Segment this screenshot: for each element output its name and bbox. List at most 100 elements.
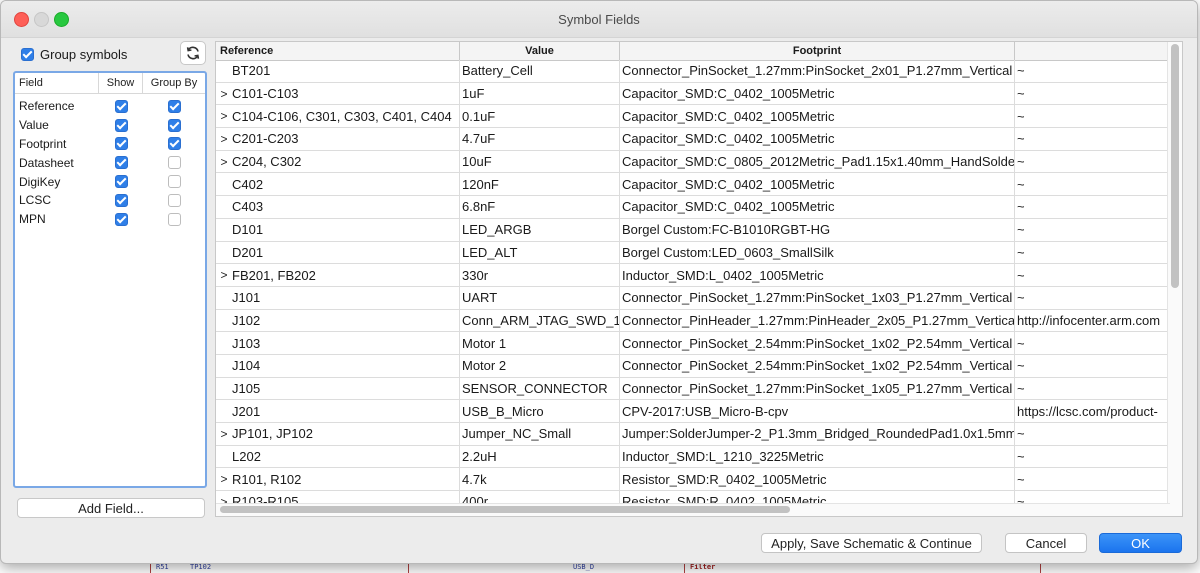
show-checkbox[interactable] <box>114 193 128 207</box>
field-column-header[interactable]: Field <box>15 73 99 93</box>
value-cell[interactable]: Motor 1 <box>460 332 620 354</box>
value-cell[interactable]: 6.8nF <box>460 196 620 218</box>
table-row[interactable]: D101 LED_ARGB Borgel Custom:FC-B1010RGBT-H… <box>216 218 1170 242</box>
datasheet-cell[interactable]: ~ <box>1015 150 1170 173</box>
table-row[interactable]: > C104-C106, C301, C303, C401, C404 0.1uF C… <box>216 105 1170 129</box>
footprint-cell[interactable]: Connector_PinHeader_1.27mm:PinHeader_2x0… <box>620 309 1015 332</box>
cancel-button[interactable]: Cancel <box>1005 533 1087 553</box>
reference-cell[interactable]: > C101-C103 <box>216 82 460 105</box>
footprint-cell[interactable]: Borgel Custom:LED_0603_SmallSilk <box>620 241 1015 264</box>
value-cell[interactable]: 330r <box>460 264 620 286</box>
table-row[interactable]: > JP101, JP102 Jumper_NC_Small Jumper:Solde… <box>216 423 1170 446</box>
apply-save-continue-button[interactable]: Apply, Save Schematic & Continue <box>761 533 982 553</box>
value-cell[interactable]: Conn_ARM_JTAG_SWD_10 <box>460 309 620 332</box>
value-cell[interactable]: 0.1uF <box>460 105 620 128</box>
table-row[interactable]: J102 Conn_ARM_JTAG_SWD_10 Connector_PinHea… <box>216 309 1170 333</box>
value-cell[interactable]: UART <box>460 286 620 309</box>
show-checkbox[interactable] <box>114 99 128 113</box>
table-row[interactable]: J105 SENSOR_CONNECTOR Connector_PinSocket_… <box>216 377 1170 401</box>
reference-cell[interactable]: J105 <box>216 377 460 400</box>
reference-cell[interactable]: > C204, C302 <box>216 150 460 173</box>
group-by-checkbox[interactable] <box>167 175 181 189</box>
footprint-cell[interactable]: Resistor_SMD:R_0402_1005Metric <box>620 468 1015 491</box>
value-cell[interactable]: 1uF <box>460 82 620 105</box>
datasheet-cell[interactable]: ~ <box>1015 445 1170 468</box>
datasheet-cell[interactable]: ~ <box>1015 354 1170 377</box>
table-row[interactable]: BT201 Battery_Cell Connector_PinSocket_1.2… <box>216 60 1170 83</box>
expand-group-icon[interactable]: > <box>216 87 232 101</box>
group-symbols-checkbox[interactable] <box>21 47 34 61</box>
reference-cell[interactable]: J101 <box>216 286 460 309</box>
field-row[interactable]: Footprint <box>15 135 205 154</box>
field-row[interactable]: Reference <box>15 97 205 116</box>
horizontal-scrollbar[interactable] <box>216 503 1170 516</box>
group-by-checkbox[interactable] <box>167 156 181 170</box>
reference-cell[interactable]: J103 <box>216 332 460 354</box>
group-symbols-toggle[interactable]: Group symbols <box>21 45 127 63</box>
reference-cell[interactable]: D101 <box>216 218 460 241</box>
group-by-checkbox[interactable] <box>167 212 181 226</box>
expand-group-icon[interactable]: > <box>216 268 232 282</box>
reference-cell[interactable]: D201 <box>216 241 460 264</box>
table-row[interactable]: J103 Motor 1 Connector_PinSocket_2.54mm:Pi… <box>216 332 1170 355</box>
footprint-cell[interactable]: Inductor_SMD:L_0402_1005Metric <box>620 264 1015 286</box>
group-by-checkbox[interactable] <box>167 99 181 113</box>
datasheet-cell[interactable]: https://lcsc.com/product- <box>1015 400 1170 422</box>
footprint-cell[interactable]: Borgel Custom:FC-B1010RGBT-HG <box>620 218 1015 241</box>
show-checkbox[interactable] <box>114 175 128 189</box>
group-by-checkbox[interactable] <box>167 137 181 151</box>
reference-column-header[interactable]: Reference <box>216 42 460 60</box>
value-cell[interactable]: USB_B_Micro <box>460 400 620 422</box>
ok-button[interactable]: OK <box>1099 533 1182 553</box>
datasheet-cell[interactable]: ~ <box>1015 60 1170 82</box>
show-checkbox[interactable] <box>114 212 128 226</box>
footprint-cell[interactable]: Connector_PinSocket_1.27mm:PinSocket_1x0… <box>620 286 1015 309</box>
footprint-cell[interactable]: Capacitor_SMD:C_0805_2012Metric_Pad1.15x… <box>620 150 1015 173</box>
datasheet-cell[interactable]: ~ <box>1015 105 1170 128</box>
footprint-column-header[interactable]: Footprint <box>620 42 1015 60</box>
reference-cell[interactable]: L202 <box>216 445 460 468</box>
field-row[interactable]: LCSC <box>15 191 205 210</box>
table-row[interactable]: J104 Motor 2 Connector_PinSocket_2.54mm:Pi… <box>216 354 1170 378</box>
footprint-cell[interactable]: Connector_PinSocket_1.27mm:PinSocket_2x0… <box>620 60 1015 82</box>
datasheet-cell[interactable]: ~ <box>1015 264 1170 286</box>
table-row[interactable]: > R101, R102 4.7k Resistor_SMD:R_0402_1005M… <box>216 468 1170 492</box>
datasheet-cell[interactable]: http://infocenter.arm.com <box>1015 309 1170 332</box>
group-by-checkbox[interactable] <box>167 193 181 207</box>
table-row[interactable]: J101 UART Connector_PinSocket_1.27mm:PinSo… <box>216 286 1170 310</box>
datasheet-cell[interactable]: ~ <box>1015 286 1170 309</box>
table-row[interactable]: C402 120nF Capacitor_SMD:C_0402_1005Metric… <box>216 173 1170 197</box>
value-cell[interactable]: LED_ALT <box>460 241 620 264</box>
datasheet-cell[interactable]: ~ <box>1015 423 1170 445</box>
table-row[interactable]: D201 LED_ALT Borgel Custom:LED_0603_SmallS… <box>216 241 1170 265</box>
datasheet-column-header[interactable] <box>1015 42 1170 60</box>
footprint-cell[interactable]: CPV-2017:USB_Micro-B-cpv <box>620 400 1015 422</box>
datasheet-cell[interactable]: ~ <box>1015 128 1170 150</box>
reference-cell[interactable]: J201 <box>216 400 460 422</box>
show-checkbox[interactable] <box>114 137 128 151</box>
datasheet-cell[interactable]: ~ <box>1015 377 1170 400</box>
group-by-checkbox[interactable] <box>167 118 181 132</box>
show-checkbox[interactable] <box>114 156 128 170</box>
table-row[interactable]: C403 6.8nF Capacitor_SMD:C_0402_1005Metric… <box>216 196 1170 219</box>
expand-group-icon[interactable]: > <box>216 132 232 146</box>
datasheet-cell[interactable]: ~ <box>1015 82 1170 105</box>
reference-cell[interactable]: J102 <box>216 309 460 332</box>
table-row[interactable]: > C204, C302 10uF Capacitor_SMD:C_0805_2012… <box>216 150 1170 174</box>
table-row[interactable]: > C101-C103 1uF Capacitor_SMD:C_0402_1005Me… <box>216 82 1170 106</box>
reference-cell[interactable]: C402 <box>216 173 460 196</box>
field-row[interactable]: MPN <box>15 210 205 229</box>
expand-group-icon[interactable]: > <box>216 155 232 169</box>
value-cell[interactable]: Motor 2 <box>460 354 620 377</box>
group-by-column-header[interactable]: Group By <box>143 73 205 93</box>
footprint-cell[interactable]: Connector_PinSocket_1.27mm:PinSocket_1x0… <box>620 377 1015 400</box>
reference-cell[interactable]: C403 <box>216 196 460 218</box>
footprint-cell[interactable]: Capacitor_SMD:C_0402_1005Metric <box>620 128 1015 150</box>
value-column-header[interactable]: Value <box>460 42 620 60</box>
reference-cell[interactable]: > FB201, FB202 <box>216 264 460 286</box>
vertical-scroll-thumb[interactable] <box>1171 44 1179 288</box>
expand-group-icon[interactable]: > <box>216 109 232 123</box>
datasheet-cell[interactable]: ~ <box>1015 218 1170 241</box>
value-cell[interactable]: 4.7uF <box>460 128 620 150</box>
footprint-cell[interactable]: Inductor_SMD:L_1210_3225Metric <box>620 445 1015 468</box>
